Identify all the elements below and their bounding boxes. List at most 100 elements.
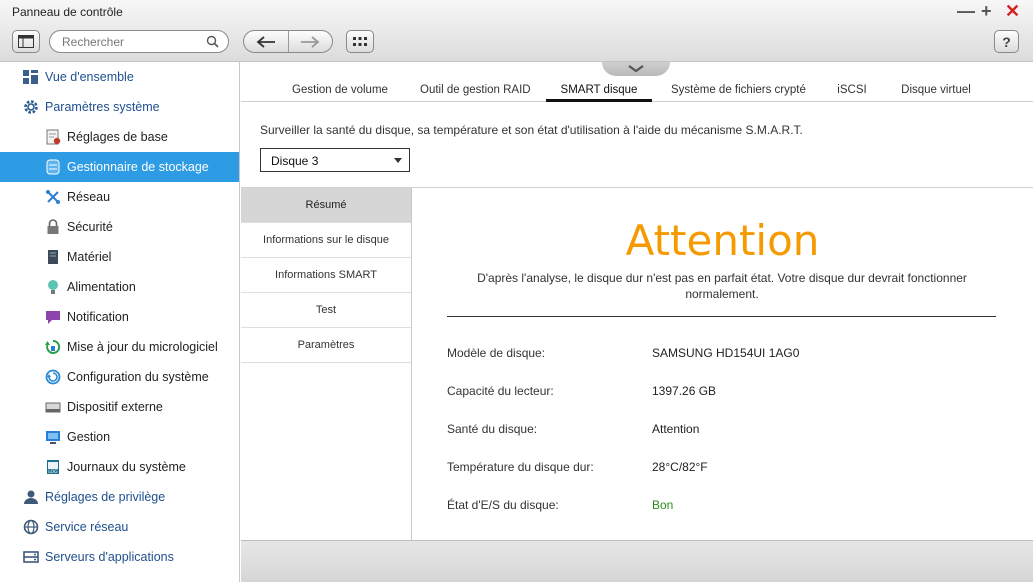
sidebar-item-label: Paramètres système	[45, 100, 160, 114]
sidebar-item-overview[interactable]: Vue d'ensemble	[0, 62, 239, 92]
firmware-update-icon	[44, 339, 61, 356]
monitor-icon	[44, 429, 61, 446]
sidebar-item-system-settings[interactable]: Paramètres système	[0, 92, 239, 122]
smart-summary-panel: Attention D'après l'analyse, le disque d…	[412, 188, 1033, 540]
dropdown-arrow-icon	[394, 158, 402, 163]
detail-row-disk-health: Santé du disque: Attention	[447, 422, 1007, 440]
sidebar-item-system-configuration[interactable]: Configuration du système	[0, 362, 239, 392]
arrow-right-icon	[301, 35, 320, 48]
subnav-item-summary[interactable]: Résumé	[241, 188, 411, 223]
help-button[interactable]: ?	[994, 30, 1019, 53]
sidebar-item-external-device[interactable]: Dispositif externe	[0, 392, 239, 422]
sidebar-item-label: Réglages de base	[67, 130, 168, 144]
app-servers-icon	[22, 549, 39, 566]
sidebar-item-privilege-settings[interactable]: Réglages de privilège	[0, 482, 239, 512]
apps-grid-button[interactable]	[346, 30, 374, 53]
footer-bar	[241, 540, 1033, 582]
back-button[interactable]	[244, 31, 288, 52]
arrow-left-icon	[256, 35, 275, 48]
overview-icon	[22, 69, 39, 86]
toggle-panel-button[interactable]	[12, 30, 40, 53]
sidebar-item-notification[interactable]: Notification	[0, 302, 239, 332]
gear-icon	[22, 99, 39, 116]
sidebar-item-label: Matériel	[67, 250, 112, 264]
sidebar-item-label: Réglages de privilège	[45, 490, 166, 504]
sidebar-item-label: Configuration du système	[67, 370, 209, 384]
sidebar-item-label: Réseau	[67, 190, 111, 204]
tab-raid-management-tool[interactable]: Outil de gestion RAID	[420, 84, 531, 102]
tab-virtual-disk[interactable]: Disque virtuel	[900, 84, 972, 102]
sidebar-item-label: Service réseau	[45, 520, 129, 534]
detail-value: 1397.26 GB	[652, 384, 717, 398]
search-icon[interactable]	[206, 35, 219, 51]
detail-value: Bon	[652, 498, 674, 512]
tab-volume-management[interactable]: Gestion de volume	[292, 84, 388, 102]
navigation-buttons	[243, 30, 333, 53]
system-logs-icon: LOG	[44, 459, 61, 476]
minimize-icon[interactable]: —	[957, 1, 975, 21]
collapse-toggle[interactable]	[602, 62, 670, 76]
sidebar-item-storage-manager[interactable]: Gestionnaire de stockage	[0, 152, 239, 182]
sidebar-item-label: Gestion	[67, 430, 111, 444]
detail-row-capacity: Capacité du lecteur: 1397.26 GB	[447, 384, 1007, 402]
health-status-heading: Attention	[625, 216, 820, 265]
divider	[447, 316, 996, 317]
subnav-item-test[interactable]: Test	[241, 293, 411, 328]
lock-icon	[44, 219, 61, 236]
detail-row-io-status: État d'E/S du disque: Bon	[447, 498, 1007, 516]
analysis-text: D'après l'analyse, le disque dur n'est p…	[477, 271, 967, 301]
panel-layout-icon	[18, 35, 34, 48]
detail-value: Attention	[652, 422, 700, 436]
user-icon	[22, 489, 39, 506]
detail-label: Température du disque dur:	[447, 460, 594, 474]
sidebar-item-application-servers[interactable]: Serveurs d'applications	[0, 542, 239, 572]
smart-subnav: Résumé Informations sur le disque Inform…	[241, 188, 412, 540]
svg-text:LOG: LOG	[48, 469, 58, 475]
sidebar-item-security[interactable]: Sécurité	[0, 212, 239, 242]
detail-value: SAMSUNG HD154UI 1AG0	[652, 346, 800, 360]
sidebar-item-network[interactable]: Réseau	[0, 182, 239, 212]
network-icon	[44, 189, 61, 206]
system-config-icon	[44, 369, 61, 386]
sidebar: Vue d'ensemble Paramètres système Réglag…	[0, 62, 240, 582]
maximize-icon[interactable]: +	[981, 1, 992, 21]
sidebar-item-firmware-update[interactable]: Mise à jour du micrologiciel	[0, 332, 239, 362]
chevron-down-icon	[628, 65, 644, 73]
sidebar-item-hardware[interactable]: Matériel	[0, 242, 239, 272]
search-box	[49, 30, 229, 53]
sidebar-item-label: Sécurité	[67, 220, 113, 234]
sidebar-item-label: Gestionnaire de stockage	[67, 160, 209, 174]
toolbar: ?	[0, 24, 1033, 62]
tab-iscsi[interactable]: iSCSI	[837, 84, 867, 102]
notification-icon	[44, 309, 61, 326]
sidebar-item-system-logs[interactable]: LOG Journaux du système	[0, 452, 239, 482]
subnav-item-settings[interactable]: Paramètres	[241, 328, 411, 363]
window-title: Panneau de contrôle	[12, 5, 123, 19]
basic-settings-icon	[44, 129, 61, 146]
detail-label: Capacité du lecteur:	[447, 384, 554, 398]
disk-select[interactable]: Disque 3	[260, 148, 410, 172]
sidebar-item-network-service[interactable]: Service réseau	[0, 512, 239, 542]
tab-bar: Gestion de volume Outil de gestion RAID …	[241, 80, 1033, 102]
sidebar-item-power[interactable]: Alimentation	[0, 272, 239, 302]
detail-label: État d'E/S du disque:	[447, 498, 559, 512]
external-device-icon	[44, 399, 61, 416]
subnav-item-disk-info[interactable]: Informations sur le disque	[241, 223, 411, 258]
tab-encrypted-file-system[interactable]: Système de fichiers crypté	[671, 84, 806, 102]
title-bar: Panneau de contrôle — + ✕	[0, 0, 1033, 24]
close-icon[interactable]: ✕	[1005, 1, 1020, 21]
detail-value: 28°C/82°F	[652, 460, 708, 474]
sidebar-item-label: Serveurs d'applications	[45, 550, 174, 564]
forward-button[interactable]	[287, 31, 332, 52]
sidebar-item-label: Mise à jour du micrologiciel	[67, 340, 218, 354]
search-input[interactable]	[62, 34, 202, 50]
power-icon	[44, 279, 61, 296]
sidebar-item-label: Notification	[67, 310, 129, 324]
hardware-icon	[44, 249, 61, 266]
subnav-item-smart-info[interactable]: Informations SMART	[241, 258, 411, 293]
sidebar-item-management[interactable]: Gestion	[0, 422, 239, 452]
sidebar-item-label: Journaux du système	[67, 460, 186, 474]
tab-smart-disk[interactable]: SMART disque	[546, 84, 652, 102]
sidebar-item-basic-settings[interactable]: Réglages de base	[0, 122, 239, 152]
smart-description: Surveiller la santé du disque, sa tempér…	[260, 123, 803, 137]
